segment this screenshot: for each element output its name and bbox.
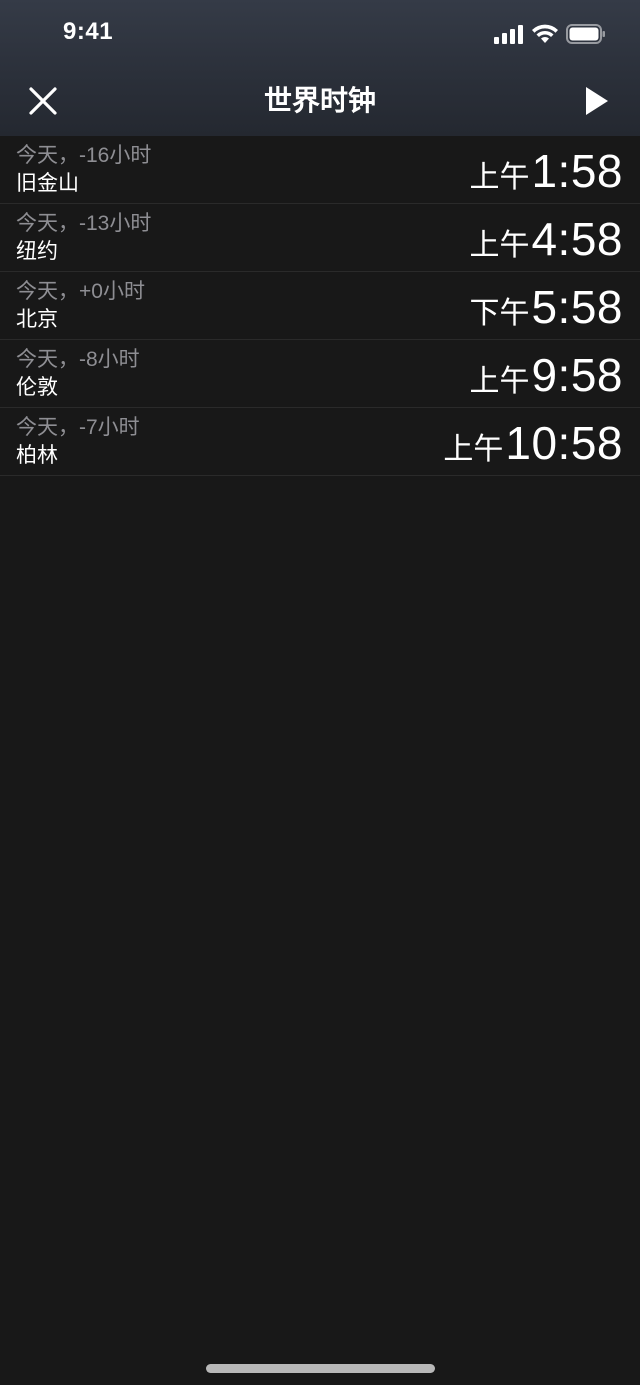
city-name: 纽约 [16, 240, 58, 263]
clock-time: 9:58 [531, 349, 623, 401]
time-offset-label: 今天，+0小时 [16, 280, 145, 303]
play-icon [586, 87, 608, 115]
page-title: 世界时钟 [263, 85, 376, 116]
clock-time: 5:58 [531, 281, 623, 333]
clock-row[interactable]: 今天，+0小时 北京 下午 5:58 [0, 272, 640, 340]
cellular-signal-icon [494, 24, 524, 44]
local-time: 下午 5:58 [469, 280, 623, 334]
play-button[interactable] [580, 84, 612, 118]
clock-time: 10:58 [505, 417, 623, 469]
ampm-label: 上午 [443, 433, 504, 466]
ampm-label: 上午 [469, 365, 530, 398]
time-offset-label: 今天，-8小时 [16, 348, 140, 371]
local-time: 上午 9:58 [469, 348, 623, 402]
clock-time: 4:58 [531, 213, 623, 265]
time-offset-label: 今天，-16小时 [16, 144, 152, 167]
world-clock-screen: 9:41 世界时钟 今天，-16小时 旧金山 上午 1:58 今天，-13小时 … [0, 0, 640, 1385]
time-offset-label: 今天，-7小时 [16, 416, 140, 439]
battery-icon [566, 24, 605, 44]
clock-row[interactable]: 今天，-7小时 柏林 上午 10:58 [0, 408, 640, 476]
local-time: 上午 1:58 [469, 144, 623, 198]
status-bar-time: 9:41 [63, 18, 114, 45]
local-time: 上午 4:58 [469, 212, 623, 266]
home-indicator[interactable] [206, 1364, 435, 1373]
world-clock-list: 今天，-16小时 旧金山 上午 1:58 今天，-13小时 纽约 上午 4:58… [0, 136, 640, 476]
local-time: 上午 10:58 [443, 416, 623, 470]
ampm-label: 上午 [469, 229, 530, 262]
clock-row[interactable]: 今天，-8小时 伦敦 上午 9:58 [0, 340, 640, 408]
city-name: 柏林 [16, 444, 58, 467]
time-offset-label: 今天，-13小时 [16, 212, 152, 235]
wifi-icon [532, 24, 558, 43]
city-name: 北京 [16, 308, 58, 331]
clock-time: 1:58 [531, 145, 623, 197]
clock-row[interactable]: 今天，-16小时 旧金山 上午 1:58 [0, 136, 640, 204]
city-name: 伦敦 [16, 376, 58, 399]
header-area: 9:41 世界时钟 [0, 0, 640, 136]
ampm-label: 上午 [469, 161, 530, 194]
city-name: 旧金山 [16, 172, 79, 195]
clock-row[interactable]: 今天，-13小时 纽约 上午 4:58 [0, 204, 640, 272]
ampm-label: 下午 [469, 297, 530, 330]
